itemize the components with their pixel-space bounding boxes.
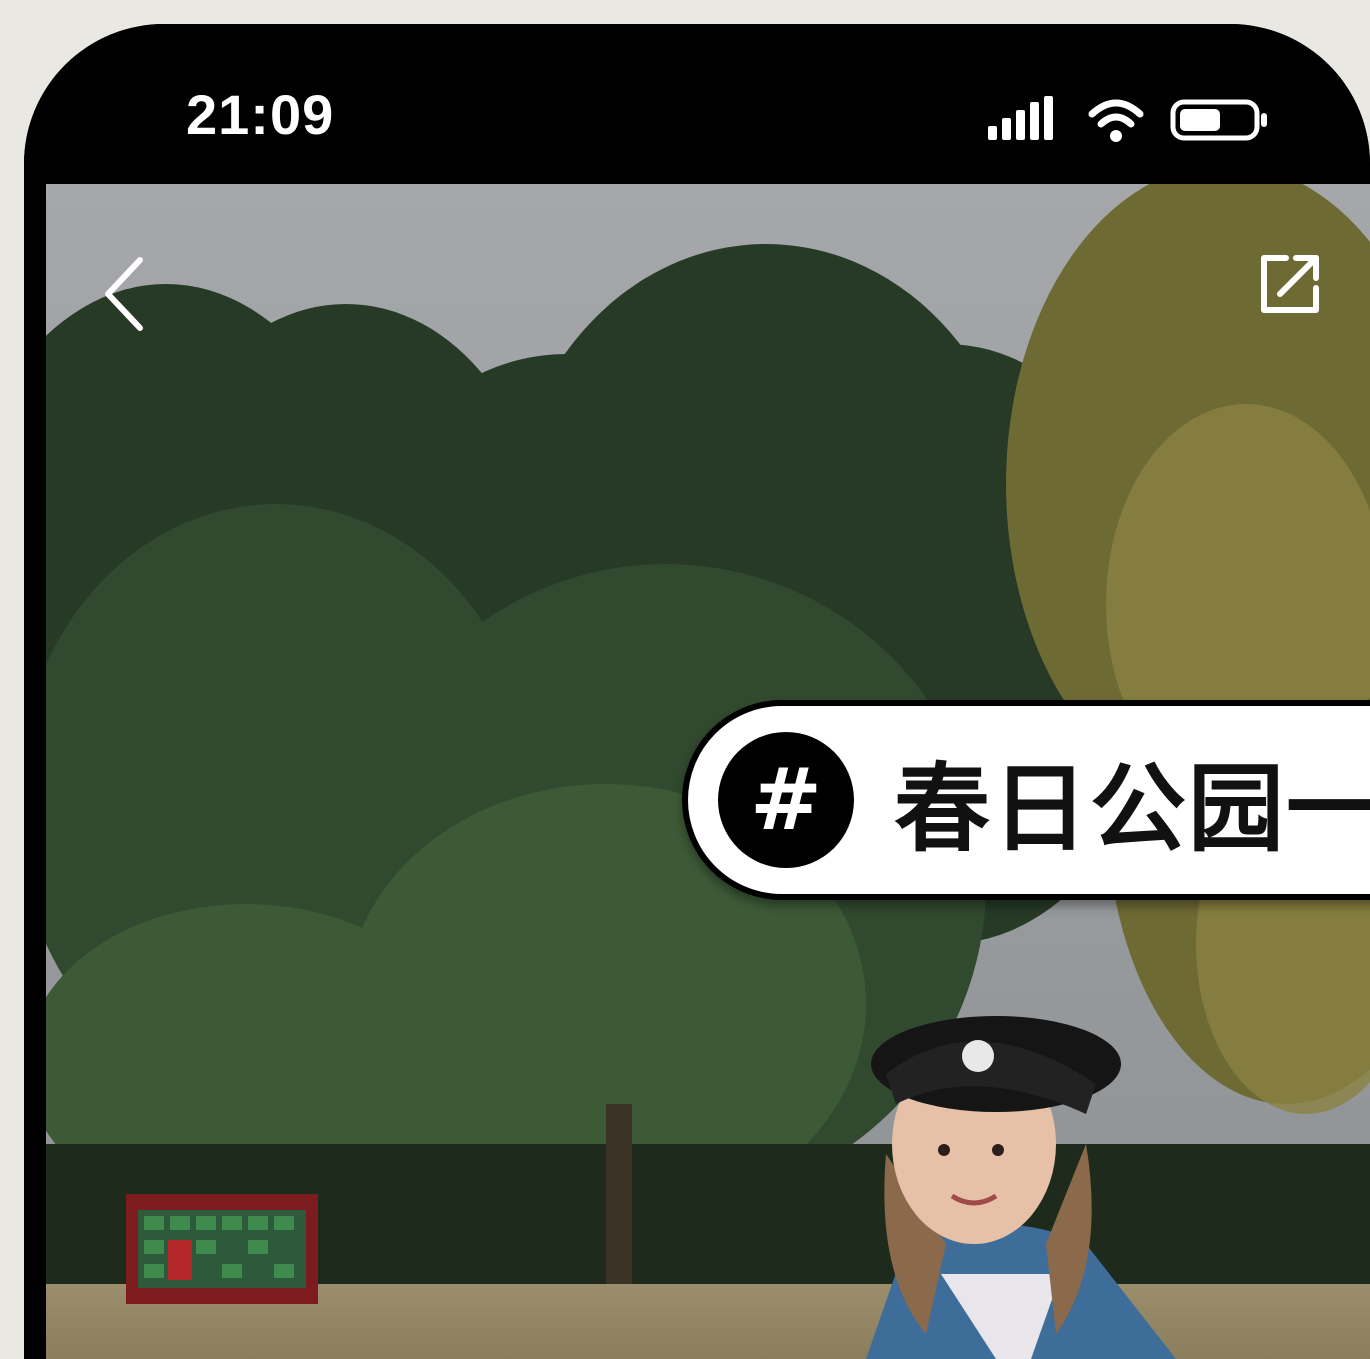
video-screen[interactable]: # 春日公园一 [46, 184, 1370, 1359]
phone-frame: 21:09 # 春日公园一 [24, 24, 1370, 1359]
external-share-icon[interactable] [1250, 244, 1330, 324]
hashtag-pill[interactable]: # 春日公园一 [682, 700, 1370, 900]
wifi-icon [1088, 99, 1144, 142]
cellular-signal-icon [988, 96, 1053, 140]
back-chevron-icon[interactable] [96, 254, 156, 334]
red-board [126, 1194, 318, 1304]
status-bar: 21:09 [24, 24, 1370, 184]
hash-badge: # [718, 732, 854, 868]
status-time: 21:09 [186, 83, 335, 146]
hashtag-text: 春日公园一 [894, 752, 1370, 865]
status-icons [986, 90, 1270, 150]
battery-icon [1170, 99, 1267, 141]
